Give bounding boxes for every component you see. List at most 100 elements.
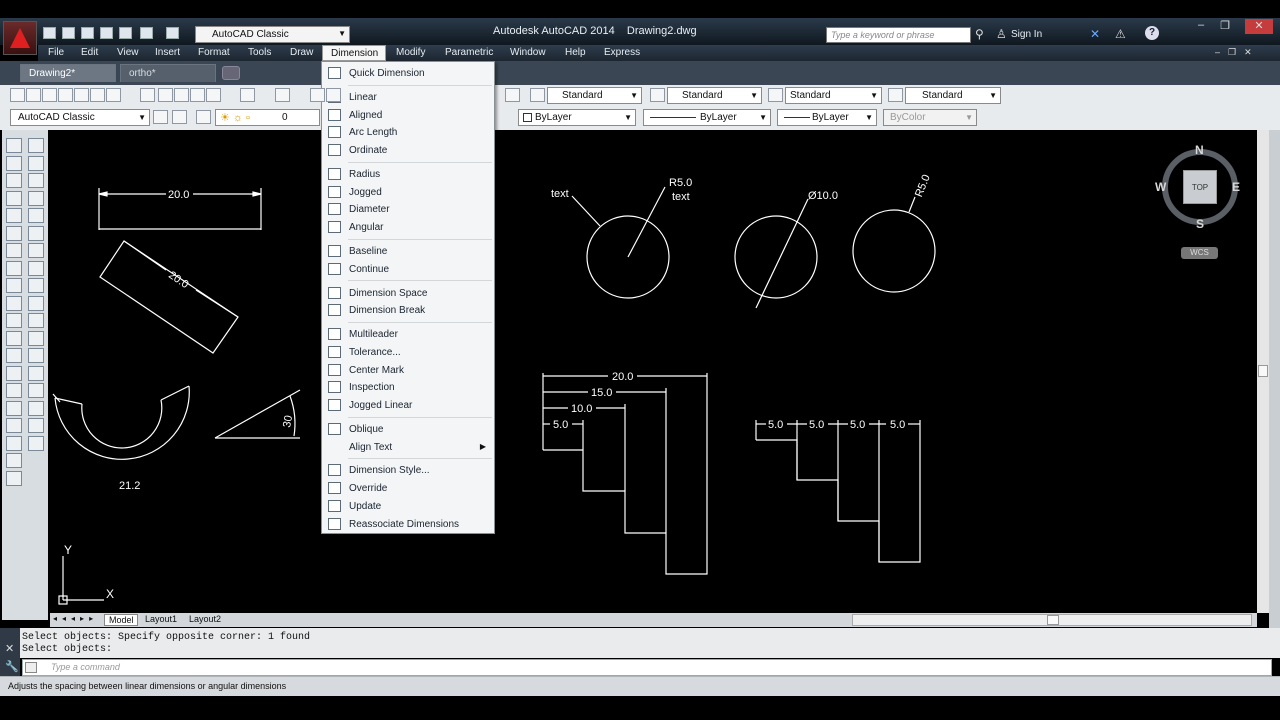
close-command-icon[interactable]: ✕ <box>5 642 14 655</box>
menu-item-angular[interactable]: Angular <box>322 219 494 236</box>
tab-model[interactable]: Model <box>104 614 138 626</box>
stretch-tool-icon[interactable] <box>28 278 44 293</box>
layout-nav-arrows[interactable]: ◂◂◂▸▸ <box>53 614 98 623</box>
gradient-tool-icon[interactable] <box>6 400 22 416</box>
undo-toolbar-icon[interactable] <box>240 88 255 102</box>
fillet-tool-icon[interactable] <box>28 400 44 416</box>
menu-item-jogged-linear[interactable]: Jogged Linear <box>322 397 494 414</box>
open-toolbar-icon[interactable] <box>26 88 41 102</box>
polyline-tool-icon[interactable] <box>6 173 22 188</box>
command-prompt-icon[interactable] <box>25 662 37 673</box>
insert-block-tool-icon[interactable] <box>6 330 22 346</box>
menu-item-linear[interactable]: Linear <box>322 89 494 106</box>
menu-item-label: Angular <box>349 222 384 233</box>
ellipse-tool-icon[interactable] <box>6 295 22 311</box>
menu-item-radius[interactable]: Radius <box>322 166 494 183</box>
tab-layout1[interactable]: Layout1 <box>145 614 177 624</box>
wrench-icon[interactable]: 🔧 <box>5 660 19 673</box>
compass-east[interactable]: E <box>1232 180 1240 194</box>
explode-tool-icon[interactable] <box>28 435 44 451</box>
polygon-tool-icon[interactable] <box>6 190 22 206</box>
rotate-tool-icon[interactable] <box>28 243 44 258</box>
redo-toolbar-icon[interactable] <box>275 88 290 102</box>
cut-toolbar-icon[interactable] <box>140 88 155 102</box>
wcs-menu[interactable]: WCS <box>1181 247 1218 259</box>
break-at-point-tool-icon[interactable] <box>28 330 44 346</box>
array-tool-icon[interactable] <box>28 208 44 223</box>
hatch-tool-icon[interactable] <box>6 383 22 398</box>
table-tool-icon[interactable] <box>6 435 22 451</box>
circle-tool-icon[interactable] <box>6 243 22 258</box>
menu-item-dimension-style[interactable]: Dimension Style... <box>322 462 494 479</box>
command-input[interactable]: Type a command <box>22 659 1272 676</box>
extend-tool-icon[interactable] <box>28 313 44 328</box>
menu-item-override[interactable]: Override <box>322 480 494 497</box>
viewcube-top-face[interactable]: TOP <box>1183 170 1217 204</box>
pan-toolbar-icon[interactable] <box>310 88 325 102</box>
menu-item-inspection[interactable]: Inspection <box>322 379 494 396</box>
join-tool-icon[interactable] <box>28 365 44 381</box>
chamfer-tool-icon[interactable] <box>28 383 44 398</box>
menu-item-update[interactable]: Update <box>322 498 494 515</box>
menu-item-align-text[interactable]: Align Text ▶ <box>322 439 494 456</box>
construction-line-tool-icon[interactable] <box>6 155 22 171</box>
mirror-tool-icon[interactable] <box>28 173 44 188</box>
tab-layout2[interactable]: Layout2 <box>189 614 221 624</box>
region-tool-icon[interactable] <box>6 418 22 433</box>
menu-item-jogged[interactable]: Jogged <box>322 184 494 201</box>
horizontal-scroll-thumb[interactable] <box>1047 615 1059 625</box>
menu-item-reassociate-dimensions[interactable]: Reassociate Dimensions <box>322 516 494 533</box>
multiline-text-tool-icon[interactable] <box>6 453 22 468</box>
menu-separator <box>348 238 492 240</box>
compass-north[interactable]: N <box>1195 143 1204 157</box>
move-tool-icon[interactable] <box>28 225 44 241</box>
compass-south[interactable]: S <box>1196 217 1204 231</box>
3dprint-toolbar-icon[interactable] <box>106 88 121 102</box>
menu-item-dimension-break[interactable]: Dimension Break <box>322 302 494 319</box>
cloud-tool-icon[interactable] <box>6 260 22 276</box>
zoom-toolbar-icon[interactable] <box>326 88 341 102</box>
trim-tool-icon[interactable] <box>28 295 44 311</box>
menu-item-arc-length[interactable]: Arc Length <box>322 124 494 141</box>
radius-icon <box>328 167 341 180</box>
line-tool-icon[interactable] <box>6 138 22 153</box>
new-toolbar-icon[interactable] <box>10 88 25 102</box>
menu-item-center-mark[interactable]: Center Mark <box>322 362 494 379</box>
erase-tool-icon[interactable] <box>28 138 44 153</box>
spline-tool-icon[interactable] <box>6 278 22 293</box>
copy-toolbar-icon[interactable] <box>158 88 173 102</box>
menu-item-aligned[interactable]: Aligned <box>322 107 494 124</box>
menu-item-quick-dimension[interactable]: Quick Dimension <box>322 65 494 82</box>
scale-tool-icon[interactable] <box>28 260 44 276</box>
break-tool-icon[interactable] <box>28 348 44 363</box>
blend-tool-icon[interactable] <box>28 418 44 433</box>
make-block-tool-icon[interactable] <box>6 348 22 363</box>
menu-item-oblique[interactable]: Oblique <box>322 421 494 438</box>
viewcube[interactable]: TOP N S E W <box>1155 143 1242 231</box>
matchprop-toolbar-icon[interactable] <box>206 88 221 102</box>
arc-tool-icon[interactable] <box>6 225 22 241</box>
rectangle-tool-icon[interactable] <box>6 208 22 223</box>
match-toolbar-icon[interactable] <box>190 88 205 102</box>
command-history-line-1: Select objects: Specify opposite corner:… <box>22 632 311 643</box>
vertical-scroll-thumb[interactable] <box>1258 365 1268 377</box>
menu-item-label: Diameter <box>349 204 390 216</box>
paste-toolbar-icon[interactable] <box>174 88 189 102</box>
menu-item-baseline[interactable]: Baseline <box>322 243 494 260</box>
menu-item-diameter[interactable]: Diameter <box>322 201 494 218</box>
ellipse-arc-tool-icon[interactable] <box>6 313 22 328</box>
copy-object-tool-icon[interactable] <box>28 155 44 171</box>
point-tool-icon[interactable] <box>6 365 22 381</box>
menu-item-dimension-space[interactable]: Dimension Space <box>322 285 494 302</box>
plot-toolbar-icon[interactable] <box>58 88 73 102</box>
add-selected-tool-icon[interactable] <box>6 470 22 486</box>
menu-item-multileader[interactable]: Multileader <box>322 326 494 343</box>
menu-item-tolerance[interactable]: Tolerance... <box>322 344 494 361</box>
publish-toolbar-icon[interactable] <box>90 88 105 102</box>
menu-item-ordinate[interactable]: Ordinate <box>322 142 494 159</box>
compass-west[interactable]: W <box>1155 180 1166 194</box>
offset-tool-icon[interactable] <box>28 190 44 206</box>
save-toolbar-icon[interactable] <box>42 88 57 102</box>
menu-item-continue[interactable]: Continue <box>322 261 494 278</box>
preview-toolbar-icon[interactable] <box>74 88 89 102</box>
